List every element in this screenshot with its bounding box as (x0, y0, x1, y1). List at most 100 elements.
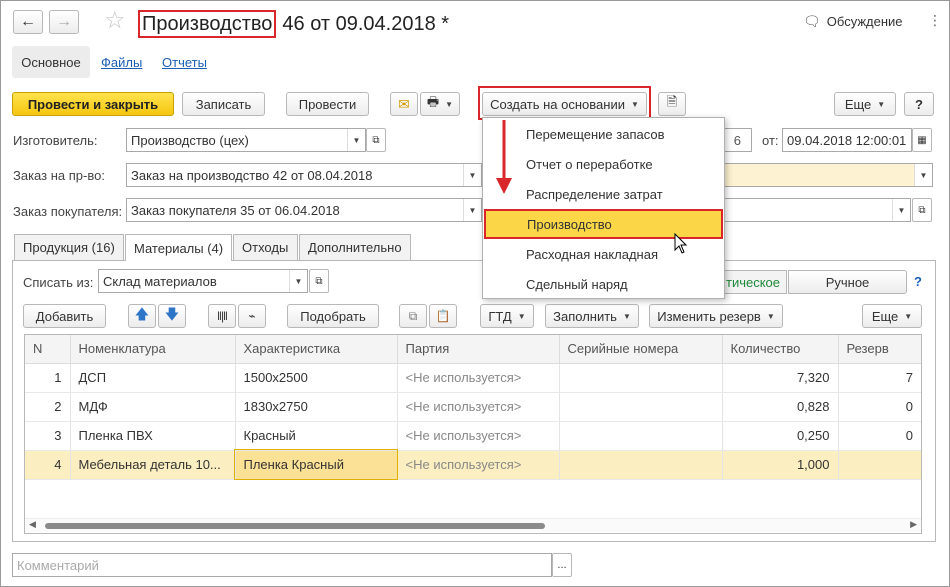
cell-batch[interactable]: <Не используется> (397, 421, 560, 451)
move-up-button[interactable]: 🡅 (128, 304, 156, 328)
document-structure-button[interactable]: 🗎 (658, 92, 686, 116)
manufacturer-field[interactable]: Производство (цех) ▼ (126, 128, 366, 152)
cell-item[interactable]: ДСП (70, 363, 236, 393)
fill-button[interactable]: Заполнить ▼ (545, 304, 639, 328)
chevron-down-icon[interactable]: ▼ (347, 129, 365, 151)
more-vertical-icon[interactable]: ⋮ (928, 12, 942, 29)
manufacturer-open-button[interactable]: ⧉ (366, 128, 386, 152)
scroll-left-icon[interactable]: ◀ (29, 519, 36, 530)
cell-serial[interactable] (559, 450, 723, 480)
barcode-button[interactable]: ‖|‖ (208, 304, 236, 328)
cell-spec[interactable]: 1830х2750 (235, 392, 398, 422)
scroll-thumb[interactable] (45, 523, 545, 529)
number-field-partial[interactable]: 6 (724, 128, 752, 152)
chevron-down-icon[interactable]: ▼ (914, 164, 932, 186)
scroll-right-icon[interactable]: ▶ (910, 519, 917, 530)
column-header[interactable]: Резерв (838, 335, 921, 364)
column-header[interactable]: Серийные номера (559, 335, 723, 364)
forward-button[interactable]: → (49, 10, 79, 34)
chevron-down-icon[interactable]: ▼ (289, 270, 307, 292)
comment-field[interactable]: Комментарий (12, 553, 552, 577)
chevron-down-icon[interactable]: ▼ (892, 199, 910, 221)
cell-reserve[interactable]: 0 (838, 392, 921, 422)
cell-spec[interactable]: 1500х2500 (235, 363, 398, 393)
cell-spec-active[interactable]: Пленка Красный (234, 449, 398, 480)
cell-qty[interactable]: 0,828 (722, 392, 839, 422)
cell-batch[interactable]: <Не используется> (397, 392, 560, 422)
move-down-button[interactable]: 🡇 (158, 304, 186, 328)
table-row[interactable]: 1 ДСП 1500х2500 <Не используется> 7,320 … (25, 363, 921, 393)
paste-button[interactable]: 📋 (429, 304, 457, 328)
tab-products[interactable]: Продукция (16) (14, 234, 124, 260)
post-and-close-button[interactable]: Провести и закрыть (12, 92, 174, 116)
menu-item-piecework-order[interactable]: Сдельный наряд (483, 269, 724, 299)
customer-open-button[interactable]: ⧉ (912, 198, 932, 222)
cell-n[interactable]: 2 (25, 392, 71, 422)
tab-materials[interactable]: Материалы (4) (125, 234, 232, 261)
save-button[interactable]: Записать (182, 92, 265, 116)
table-row-selected[interactable]: 4 Мебельная деталь 10... Пленка Красный … (25, 449, 921, 480)
back-button[interactable]: ← (13, 10, 43, 34)
print-button[interactable]: 🖶 ▼ (420, 92, 460, 116)
calendar-button[interactable]: ▦ (912, 128, 932, 152)
help-button[interactable]: ? (904, 92, 934, 116)
cell-serial[interactable] (559, 363, 723, 393)
cell-qty[interactable]: 0,250 (722, 421, 839, 451)
column-header[interactable]: Характеристика (235, 335, 398, 364)
cell-item[interactable]: Мебельная деталь 10... (70, 450, 236, 480)
comment-expand-button[interactable]: ... (552, 553, 572, 577)
cell-qty[interactable]: 7,320 (722, 363, 839, 393)
materials-help-link[interactable]: ? (914, 274, 922, 289)
column-header[interactable]: Номенклатура (70, 335, 236, 364)
discussion-link[interactable]: 🗨 Обсуждение (803, 13, 903, 30)
mode-manual-toggle[interactable]: Ручное (788, 270, 907, 294)
chevron-down-icon[interactable]: ▼ (463, 164, 481, 186)
cell-qty[interactable]: 1,000 (722, 450, 839, 480)
tab-additional[interactable]: Дополнительно (299, 234, 411, 260)
menu-item-processing-report[interactable]: Отчет о переработке (483, 149, 724, 179)
pick-button[interactable]: Подобрать (287, 304, 379, 328)
tab-waste[interactable]: Отходы (233, 234, 298, 260)
cell-reserve[interactable] (838, 450, 921, 480)
cell-reserve[interactable]: 0 (838, 421, 921, 451)
order-right-field[interactable]: ▼ (724, 163, 933, 187)
gtd-button[interactable]: ГТД ▼ (480, 304, 534, 328)
cell-item[interactable]: Пленка ПВХ (70, 421, 236, 451)
menu-item-cost-allocation[interactable]: Распределение затрат (483, 179, 724, 209)
menu-item-stock-transfer[interactable]: Перемещение запасов (483, 119, 724, 149)
cell-n[interactable]: 1 (25, 363, 71, 393)
favorite-star-icon[interactable]: ☆ (104, 6, 126, 35)
writeoff-field[interactable]: Склад материалов ▼ (98, 269, 308, 293)
date-field[interactable]: 09.04.2018 12:00:01 (782, 128, 912, 152)
materials-more-button[interactable]: Еще ▼ (862, 304, 922, 328)
add-button[interactable]: Добавить (23, 304, 106, 328)
cell-reserve[interactable]: 7 (838, 363, 921, 393)
copy-button[interactable]: ⧉ (399, 304, 427, 328)
tab-files[interactable]: Файлы (101, 55, 142, 70)
cell-spec[interactable]: Красный (235, 421, 398, 451)
cell-n[interactable]: 3 (25, 421, 71, 451)
cell-serial[interactable] (559, 392, 723, 422)
column-header[interactable]: Партия (397, 335, 560, 364)
tab-main[interactable]: Основное (12, 46, 90, 78)
table-row[interactable]: 2 МДФ 1830х2750 <Не используется> 0,828 … (25, 392, 921, 422)
column-header[interactable]: Количество (722, 335, 839, 364)
tab-reports[interactable]: Отчеты (162, 55, 207, 70)
scanner-button[interactable]: ⌁ (238, 304, 266, 328)
cell-item[interactable]: МДФ (70, 392, 236, 422)
cell-batch[interactable]: <Не используется> (397, 363, 560, 393)
order-field[interactable]: Заказ на производство 42 от 08.04.2018 ▼ (126, 163, 482, 187)
mode-auto-toggle[interactable]: тическое (724, 270, 787, 294)
cell-serial[interactable] (559, 421, 723, 451)
horizontal-scrollbar[interactable]: ◀ ▶ (25, 518, 921, 532)
writeoff-open-button[interactable]: ⧉ (309, 269, 329, 293)
table-row[interactable]: 3 Пленка ПВХ Красный <Не используется> 0… (25, 421, 921, 451)
change-reserve-button[interactable]: Изменить резерв ▼ (649, 304, 783, 328)
post-button[interactable]: Провести (286, 92, 369, 116)
column-header[interactable]: N (25, 335, 71, 364)
create-based-on-button[interactable]: Создать на основании ▼ (482, 92, 647, 116)
envelope-button[interactable]: ✉ (390, 92, 418, 116)
chevron-down-icon[interactable]: ▼ (463, 199, 481, 221)
cell-n[interactable]: 4 (25, 450, 71, 480)
more-button[interactable]: Еще ▼ (834, 92, 896, 116)
